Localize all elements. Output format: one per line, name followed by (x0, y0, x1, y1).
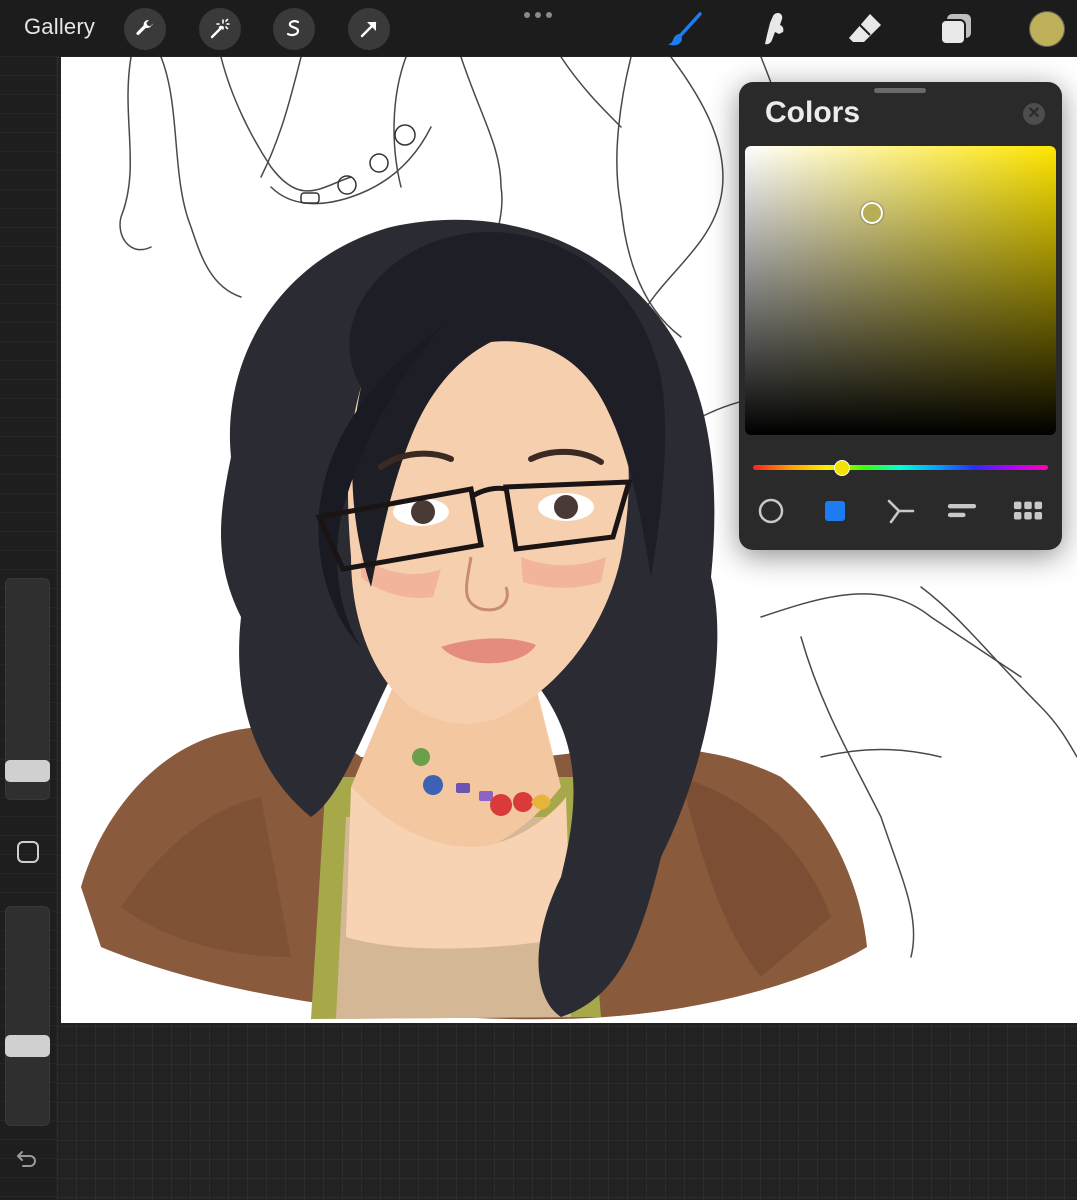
colors-panel: Colors ✕ (739, 82, 1062, 550)
selection-icon[interactable] (273, 8, 315, 50)
layers-icon[interactable] (937, 10, 975, 48)
wrench-icon[interactable] (124, 8, 166, 50)
modify-square-icon[interactable] (16, 840, 40, 864)
gallery-button[interactable]: Gallery (24, 14, 95, 40)
more-options-icon[interactable] (524, 12, 552, 18)
brush-icon[interactable] (666, 10, 704, 48)
top-toolbar: Gallery (0, 0, 1077, 56)
left-sidebar (0, 56, 56, 1200)
hue-slider[interactable] (753, 465, 1048, 470)
opacity-slider[interactable] (5, 906, 50, 1126)
transform-arrow-icon[interactable] (348, 8, 390, 50)
saturation-value-square[interactable] (745, 146, 1056, 435)
active-color-swatch[interactable] (1029, 11, 1065, 47)
eraser-icon[interactable] (846, 10, 884, 48)
panel-drag-handle[interactable] (874, 88, 926, 93)
palettes-icon[interactable] (1013, 498, 1043, 524)
undo-icon[interactable] (14, 1146, 40, 1172)
color-picker-handle[interactable] (861, 202, 883, 224)
classic-icon[interactable] (820, 498, 850, 524)
magic-wand-icon[interactable] (199, 8, 241, 50)
disc-icon[interactable] (756, 498, 786, 524)
harmony-icon[interactable] (886, 498, 916, 524)
panel-title: Colors (765, 96, 861, 129)
value-icon[interactable] (947, 498, 977, 524)
brush-size-thumb[interactable] (5, 760, 50, 782)
close-icon[interactable]: ✕ (1023, 103, 1045, 125)
hue-slider-knob[interactable] (834, 460, 850, 476)
brush-size-slider[interactable] (5, 578, 50, 800)
smudge-icon[interactable] (756, 10, 794, 48)
opacity-thumb[interactable] (5, 1035, 50, 1057)
